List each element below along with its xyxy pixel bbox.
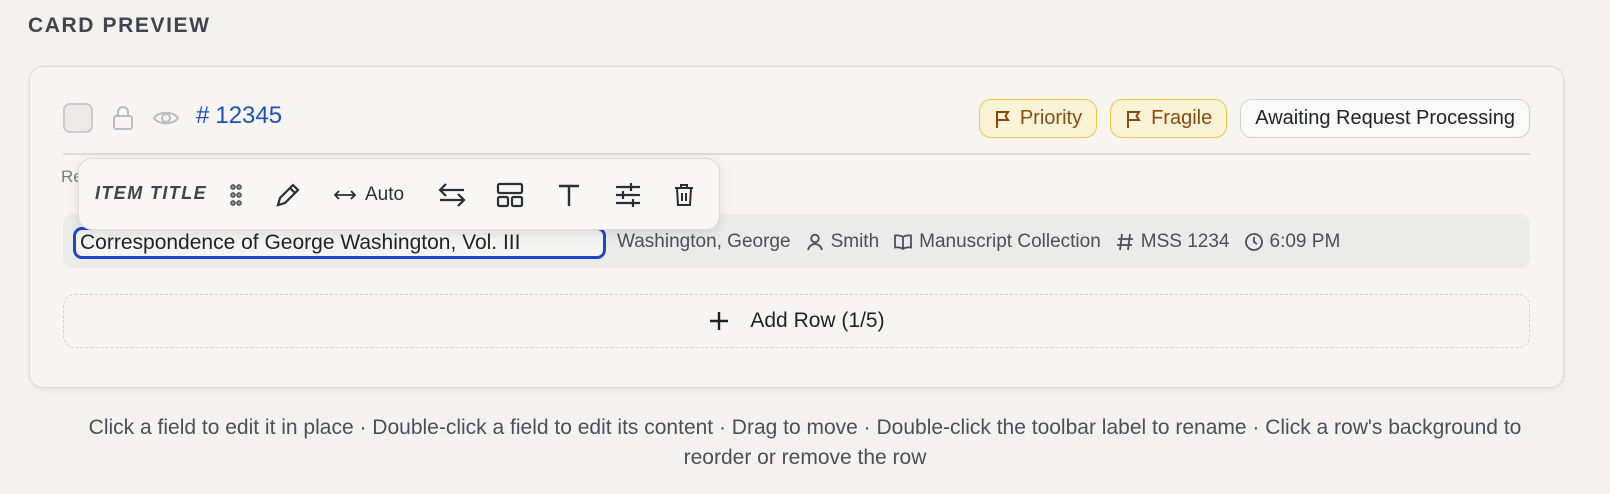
edit-pencil-icon[interactable] — [273, 177, 303, 213]
author-value: Washington, George — [617, 231, 791, 252]
priority-badge-label: Priority — [1019, 107, 1083, 129]
status-badge[interactable]: Awaiting Request Processing — [1240, 99, 1530, 138]
flag-icon — [995, 110, 1010, 128]
width-auto-label: Auto — [365, 184, 405, 205]
collection-value: Manuscript Collection — [919, 231, 1101, 252]
priority-badge[interactable]: Priority — [978, 99, 1098, 138]
requester-value: Smith — [830, 231, 880, 252]
collection-field[interactable]: Manuscript Collection — [893, 231, 1101, 253]
plus-icon — [710, 312, 729, 330]
help-text: Click a field to edit it in place · Doub… — [88, 416, 1522, 469]
call-number-value: MSS 1234 — [1140, 231, 1230, 252]
drag-handle-icon[interactable] — [229, 177, 243, 213]
user-icon — [806, 233, 823, 251]
select-checkbox[interactable] — [63, 103, 93, 133]
clock-icon — [1244, 233, 1263, 251]
lock-icon[interactable] — [109, 104, 137, 132]
sliders-icon[interactable] — [613, 177, 643, 213]
item-id-value: 12345 — [215, 102, 283, 129]
section-heading: CARD PREVIEW — [28, 14, 211, 37]
hash-icon: # — [196, 102, 210, 129]
flag-icon — [1127, 110, 1141, 128]
add-row-label: Add Row (1/5) — [750, 309, 885, 332]
toolbar-label[interactable]: ITEM TITLE — [95, 183, 207, 204]
eye-icon[interactable] — [151, 104, 181, 132]
row-meta: Washington, George Smith Manuscript Coll… — [617, 228, 1340, 256]
layout-icon[interactable] — [495, 177, 525, 213]
add-row-button[interactable]: Add Row (1/5) — [63, 294, 1530, 348]
requester-field[interactable]: Smith — [805, 231, 880, 253]
item-title-field[interactable]: Correspondence of George Washington, Vol… — [73, 227, 606, 259]
text-format-icon[interactable] — [555, 177, 583, 213]
fragile-badge[interactable]: Fragile — [1110, 99, 1228, 138]
resize-horizontal-icon — [333, 190, 357, 200]
badge-group: Priority Fragile Awaiting Request Proces… — [978, 99, 1530, 138]
card-header: # 12345 Priority Fragile Awaiting Reques… — [30, 67, 1563, 159]
header-divider — [63, 153, 1530, 155]
status-badge-label: Awaiting Request Processing — [1255, 107, 1515, 129]
field-toolbar: ITEM TITLE Auto — [78, 158, 720, 230]
time-value: 6:09 PM — [1269, 231, 1341, 252]
author-field[interactable]: Washington, George — [617, 231, 791, 253]
fragile-badge-label: Fragile — [1151, 107, 1213, 129]
width-auto-button[interactable]: Auto — [333, 177, 404, 213]
book-icon — [894, 234, 913, 251]
trash-icon[interactable] — [673, 177, 695, 213]
call-number-field[interactable]: MSS 1234 — [1115, 231, 1230, 253]
time-field[interactable]: 6:09 PM — [1244, 231, 1341, 253]
swap-icon[interactable] — [437, 177, 467, 213]
item-id-link[interactable]: # 12345 — [196, 102, 282, 130]
hash-icon — [1116, 233, 1133, 251]
